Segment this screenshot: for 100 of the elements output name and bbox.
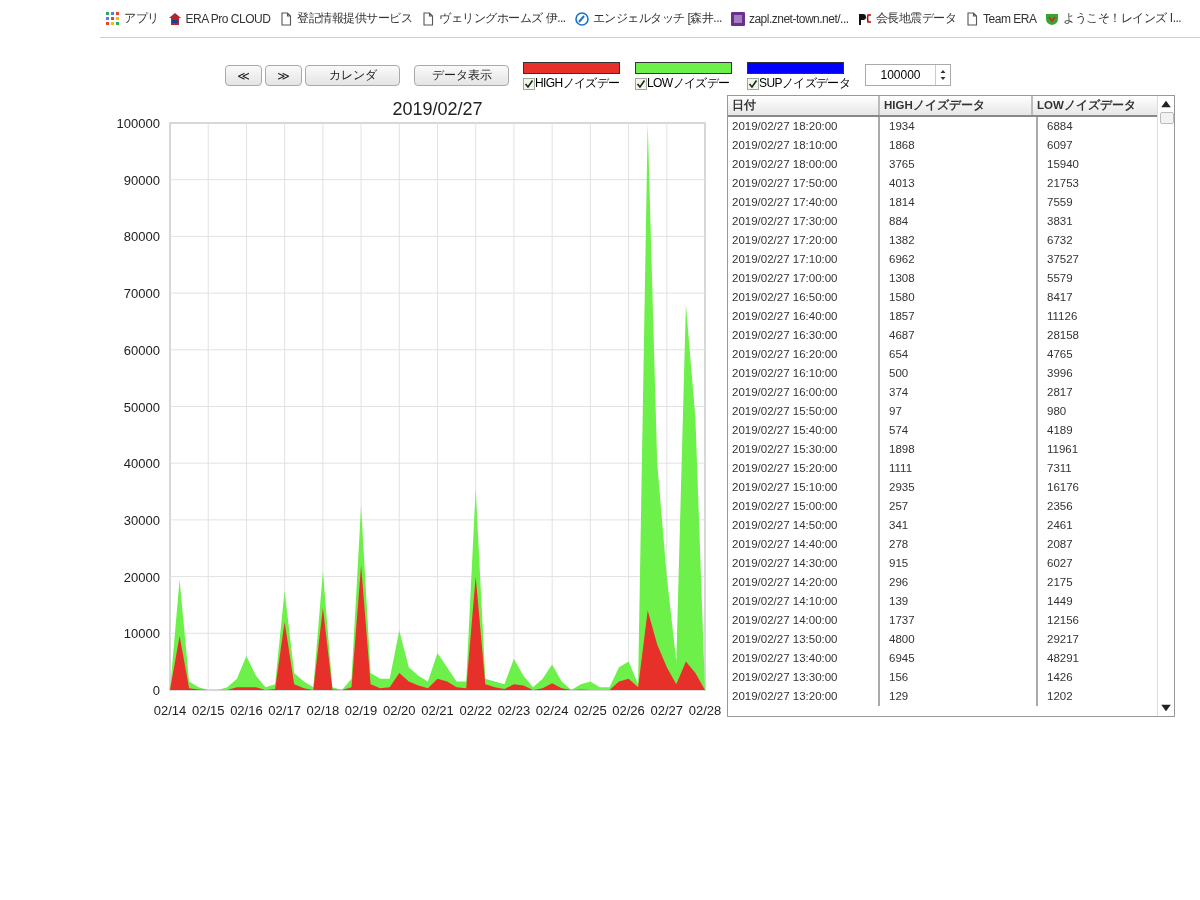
table-cell: 2019/02/27 17:40:00 [728,193,880,212]
x-tick-label: 02/22 [459,703,492,718]
logo-icon [857,11,872,26]
checkbox[interactable] [523,77,535,90]
table-cell: 2019/02/27 15:40:00 [728,421,880,440]
table-cell: 1111 [880,459,1038,478]
table-cell: 2019/02/27 13:40:00 [728,649,880,668]
x-tick-label: 02/16 [230,703,263,718]
table-cell-text: 2817 [1046,385,1074,400]
column-header[interactable]: HIGHノイズデータ [880,96,1033,115]
table-cell: 2019/02/27 18:00:00 [728,155,880,174]
table-cell: 2019/02/27 16:50:00 [728,288,880,307]
table-cell-text: 6884 [1046,119,1074,134]
x-tick-label: 02/23 [497,703,531,718]
column-header[interactable]: 日付 [728,96,880,115]
table-cell: 2019/02/27 14:40:00 [728,535,880,554]
bookmark[interactable]: ヴェリングホームズ 伊... [421,10,566,27]
table-cell-text: 2175 [1046,575,1074,590]
table-cell: 2019/02/27 13:30:00 [728,668,880,687]
table-cell: 341 [880,516,1038,535]
bookmark[interactable]: ERA Pro CLOUD [167,11,271,26]
legend-label: LOWノイズデー [647,75,730,92]
table-cell: 4800 [880,630,1038,649]
table-cell: 374 [880,383,1038,402]
table-cell-text: 21753 [1046,176,1080,191]
checkbox[interactable] [635,77,647,90]
previous-button[interactable]: ≪ [225,65,262,86]
y-tick-label: 70000 [123,286,160,302]
x-tick-label: 02/15 [191,703,225,718]
x-tick-label: 02/14 [153,703,187,718]
table-cell: 500 [880,364,1038,383]
scrollbar[interactable] [1157,96,1174,716]
page-icon [421,11,436,26]
bookmark[interactable]: Team ERA [965,11,1037,26]
x-tick-label: 02/28 [688,703,722,718]
table-cell: 2019/02/27 16:40:00 [728,307,880,326]
table-cell: 129 [880,687,1038,706]
table-cell: 654 [880,345,1038,364]
table-cell: 97 [880,402,1038,421]
y-tick-label: 10000 [123,626,160,642]
y-tick-label: 80000 [123,229,160,245]
x-tick-label: 02/21 [421,703,454,718]
table-cell: 1308 [880,269,1038,288]
legend-label: SUPノイズデータ [759,75,851,92]
page-icon [965,11,980,26]
bookmark[interactable]: 登記情報提供サービス [279,10,413,27]
table-cell: 6962 [880,250,1038,269]
table-cell: 2019/02/27 15:00:00 [728,497,880,516]
table-cell: 2019/02/27 13:50:00 [728,630,880,649]
table-cell: 4687 [880,326,1038,345]
limit-spinbox[interactable]: 100000 [865,64,951,86]
table-cell-text: 12156 [1046,613,1080,628]
table-cell-text: 11961 [1046,442,1080,457]
legend-label: HIGHノイズデー [535,75,620,92]
x-tick-label: 02/27 [650,703,684,718]
house-icon [167,11,182,26]
table-cell: 2019/02/27 15:20:00 [728,459,880,478]
table-cell: 2019/02/27 15:10:00 [728,478,880,497]
bookmark[interactable]: ようこそ！レインズ I... [1045,10,1182,27]
table-cell-text: 2087 [1046,537,1074,552]
table-cell: 884 [880,212,1038,231]
bookmark[interactable]: エンジェルタッチ [森井... [574,10,722,27]
table-cell: 2019/02/27 15:30:00 [728,440,880,459]
y-tick-label: 100000 [116,116,160,131]
scroll-thumb[interactable] [1160,112,1174,124]
show-data-button[interactable]: データ表示 [414,65,509,86]
table-cell-text: 5579 [1046,271,1074,286]
table-cell-text: 2356 [1046,499,1074,514]
bookmark[interactable]: アプリ [106,10,159,27]
table-cell: 2019/02/27 15:50:00 [728,402,880,421]
table-cell-text: 980 [1046,404,1068,419]
table-cell: 278 [880,535,1038,554]
table-cell: 2019/02/27 16:00:00 [728,383,880,402]
y-tick-label: 40000 [123,456,160,472]
table-cell: 2019/02/27 17:30:00 [728,212,880,231]
table-cell: 2019/02/27 17:20:00 [728,231,880,250]
table-cell-text: 4765 [1046,347,1074,362]
table-cell: 1737 [880,611,1038,630]
next-button[interactable]: ≫ [265,65,302,86]
table-cell: 2019/02/27 18:20:00 [728,117,880,136]
table-cell: 2019/02/27 14:50:00 [728,516,880,535]
table-cell-text: 3831 [1046,214,1074,229]
column-header[interactable]: LOWノイズデータ [1033,96,1157,115]
table-cell: 1580 [880,288,1038,307]
table-cell-text: 7311 [1046,461,1073,476]
table-cell: 2019/02/27 17:00:00 [728,269,880,288]
y-tick-label: 50000 [123,399,160,415]
table-cell-text: 4189 [1046,423,1074,438]
x-tick-label: 02/25 [574,703,607,718]
table-cell-text: 15940 [1046,157,1080,172]
table-cell-text: 6732 [1046,233,1074,248]
y-tick-label: 0 [152,683,160,698]
x-tick-label: 02/17 [268,703,301,718]
bookmark[interactable]: zapl.znet-town.net/... [730,11,849,26]
checkbox[interactable] [747,77,759,90]
calendar-button[interactable]: カレンダ [305,65,400,86]
table-cell: 2019/02/27 14:10:00 [728,592,880,611]
y-tick-label: 20000 [123,569,160,585]
x-tick-label: 02/19 [344,703,378,718]
bookmark[interactable]: 会長地震データ [857,10,957,27]
